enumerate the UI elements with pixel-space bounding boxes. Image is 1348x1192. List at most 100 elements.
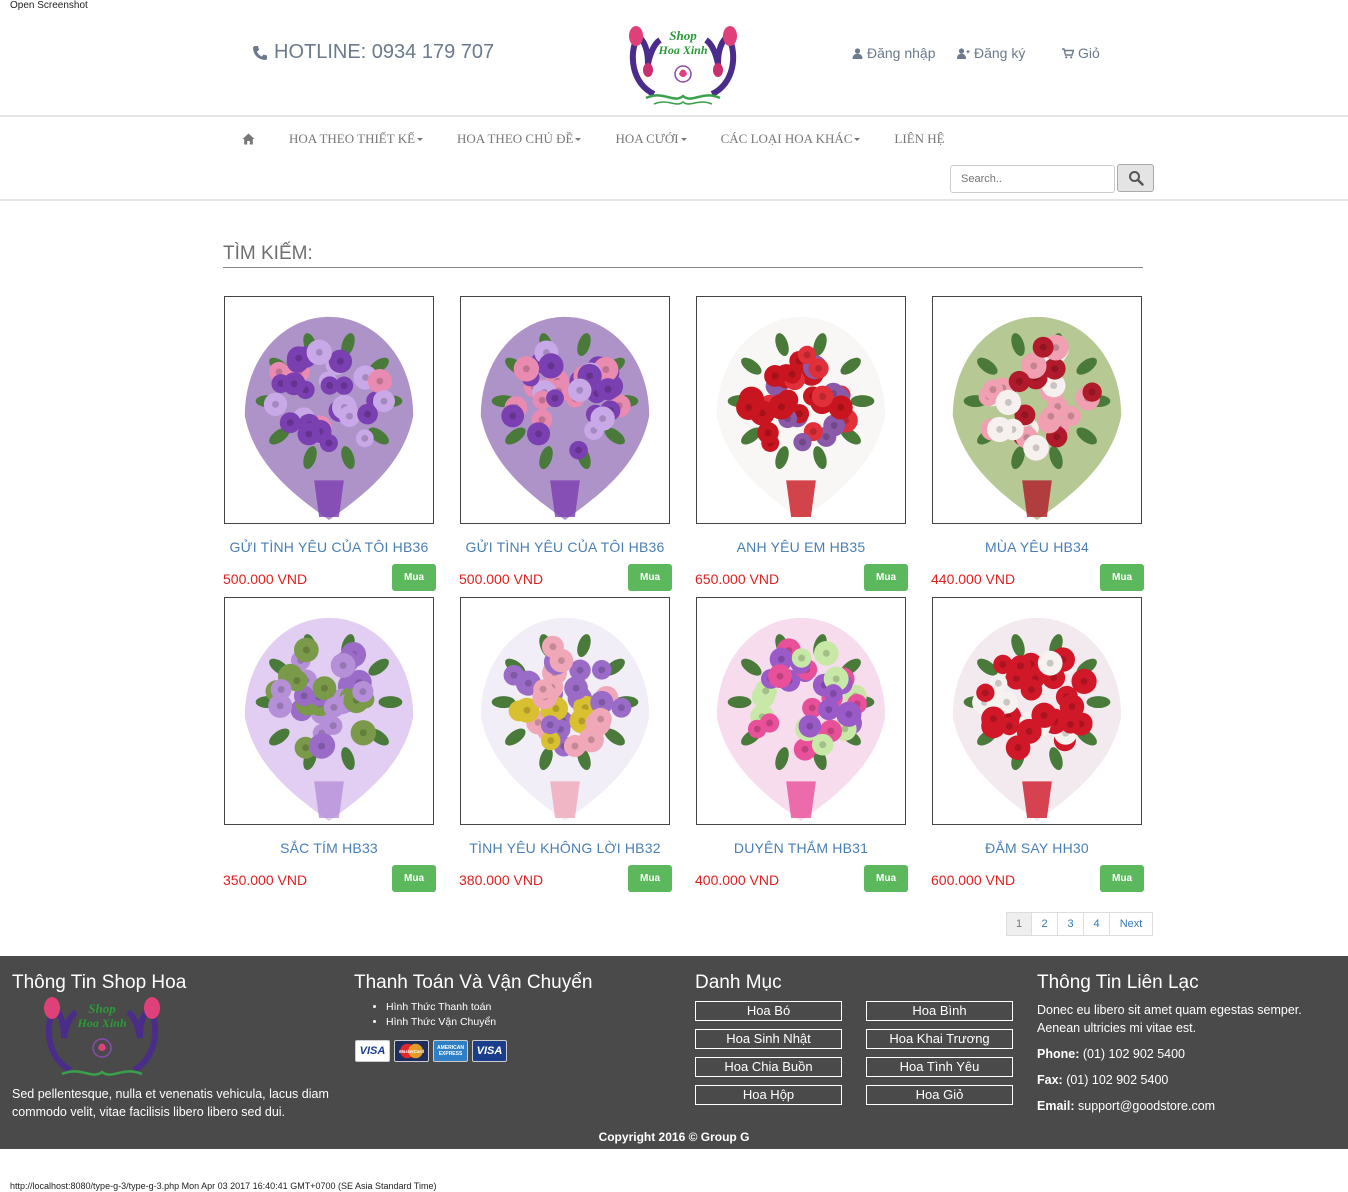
- buy-button[interactable]: Mua: [864, 865, 908, 892]
- product-image[interactable]: [932, 597, 1142, 825]
- page-4[interactable]: 4: [1083, 912, 1110, 936]
- product-name[interactable]: SẮC TÍM HB33: [224, 840, 434, 856]
- bouquet-image: [716, 617, 886, 821]
- payment-cards: VISA MasterCard AMERICAN EXPRESS VISA: [355, 1040, 507, 1062]
- email-value[interactable]: support@goodstore.com: [1078, 1099, 1215, 1113]
- buy-button[interactable]: Mua: [392, 564, 436, 591]
- search-icon: [1128, 171, 1144, 186]
- user-plus-icon: [957, 47, 970, 59]
- product-name[interactable]: ĐẮM SAY HH30: [932, 840, 1142, 856]
- bouquet-image: [244, 316, 414, 520]
- product-image[interactable]: [696, 296, 906, 524]
- footer-shop-description: Sed pellentesque, nulla et venenatis veh…: [12, 1087, 329, 1119]
- product-image[interactable]: [460, 597, 670, 825]
- copyright: Copyright 2016 © Group G: [598, 1130, 750, 1144]
- product-name[interactable]: DUYÊN THẮM HB31: [696, 840, 906, 856]
- shop-logo[interactable]: Shop Hoa Xinh: [624, 24, 742, 110]
- hotline-text: HOTLINE: 0934 179 707: [274, 41, 495, 63]
- search-button[interactable]: [1117, 164, 1154, 192]
- main-menu: HOA THEO THIẾT KẾ HOA THEO CHỦ ĐỀ HOA CƯ…: [242, 131, 979, 147]
- product-image[interactable]: [932, 296, 1142, 524]
- page-3[interactable]: 3: [1057, 912, 1084, 936]
- product-card: MÙA YÊU HB34 440.000 VND Mua: [931, 296, 1168, 596]
- register-link[interactable]: Đăng ký: [957, 45, 1025, 61]
- footer-contact-title: Thông Tin Liên Lạc: [1037, 972, 1199, 993]
- footer-categories-title: Danh Mục: [695, 972, 782, 993]
- product-name[interactable]: ANH YÊU EM HB35: [696, 539, 906, 555]
- logo-line-2: Hoa Xinh: [657, 43, 707, 57]
- product-name[interactable]: TÌNH YÊU KHÔNG LỜI HB32: [460, 840, 670, 856]
- nav-label: HOA CƯỚI: [615, 131, 679, 146]
- payment-links: Hình Thức Thanh toán Hình Thức Vận Chuyể…: [372, 1000, 496, 1030]
- category-hoa-sinh-nhat[interactable]: Hoa Sinh Nhật: [695, 1029, 842, 1049]
- category-hoa-bo[interactable]: Hoa Bó: [695, 1001, 842, 1021]
- phone-label: Phone:: [1037, 1047, 1080, 1061]
- product-card: DUYÊN THẮM HB31 400.000 VND Mua: [695, 597, 932, 897]
- hotline: HOTLINE: 0934 179 707: [252, 41, 494, 64]
- nav-label: HOA THEO CHỦ ĐỀ: [457, 131, 574, 146]
- category-hoa-binh[interactable]: Hoa Bình: [866, 1001, 1013, 1021]
- category-hoa-khai-truong[interactable]: Hoa Khai Trương: [866, 1029, 1013, 1049]
- product-image[interactable]: [224, 296, 434, 524]
- product-card: ANH YÊU EM HB35 650.000 VND Mua: [695, 296, 932, 596]
- caret-down-icon: [680, 137, 687, 141]
- category-hoa-gio[interactable]: Hoa Giỏ: [866, 1085, 1013, 1105]
- nav-hoa-theo-thiet-ke[interactable]: HOA THEO THIẾT KẾ: [289, 131, 424, 147]
- cart-icon: [1062, 47, 1074, 58]
- contact-phone: Phone: (01) 102 902 5400: [1037, 1045, 1337, 1063]
- product-price: 350.000 VND: [223, 872, 308, 888]
- nav-home[interactable]: [242, 133, 255, 145]
- product-card: SẮC TÍM HB33 350.000 VND Mua: [223, 597, 460, 897]
- caret-down-icon: [417, 137, 424, 141]
- mastercard-label: MasterCard: [399, 1049, 424, 1054]
- product-image[interactable]: [224, 597, 434, 825]
- bouquet-image: [952, 617, 1122, 821]
- register-label: Đăng ký: [974, 45, 1026, 61]
- cart-link[interactable]: Giỏ: [1062, 45, 1100, 61]
- payment-method-link[interactable]: Hình Thức Thanh toán: [386, 1000, 496, 1015]
- contact-info: Donec eu libero sit amet quam egestas se…: [1037, 1001, 1337, 1115]
- mastercard-icon: MasterCard: [394, 1040, 429, 1062]
- page-url-caption: http://localhost:8080/type-g-3/type-g-3.…: [10, 1181, 437, 1191]
- product-image[interactable]: [696, 597, 906, 825]
- category-hoa-hop[interactable]: Hoa Hộp: [695, 1085, 842, 1105]
- page-title: TÌM KIẾM:: [223, 243, 1143, 268]
- bouquet-image: [952, 316, 1122, 520]
- amex-card-icon: AMERICAN EXPRESS: [433, 1040, 468, 1062]
- product-card: TÌNH YÊU KHÔNG LỜI HB32 380.000 VND Mua: [459, 597, 696, 897]
- buy-button[interactable]: Mua: [628, 865, 672, 892]
- nav-cac-loai-hoa-khac[interactable]: CÁC LOẠI HOA KHÁC: [721, 131, 861, 147]
- buy-button[interactable]: Mua: [628, 564, 672, 591]
- nav-lien-he[interactable]: LIÊN HỆ: [894, 131, 944, 147]
- nav-hoa-theo-chu-de[interactable]: HOA THEO CHỦ ĐỀ: [457, 131, 582, 147]
- buy-button[interactable]: Mua: [864, 564, 908, 591]
- buy-button[interactable]: Mua: [392, 865, 436, 892]
- category-hoa-chia-buon[interactable]: Hoa Chia Buồn: [695, 1057, 842, 1077]
- page-next[interactable]: Next: [1109, 912, 1153, 936]
- product-image[interactable]: [460, 296, 670, 524]
- product-card: GỬI TÌNH YÊU CỦA TÔI HB36 500.000 VND Mu…: [459, 296, 696, 596]
- login-link[interactable]: Đăng nhập: [852, 45, 936, 61]
- page-1[interactable]: 1: [1006, 912, 1032, 936]
- login-label: Đăng nhập: [867, 45, 936, 61]
- nav-hoa-cuoi[interactable]: HOA CƯỚI: [615, 131, 687, 147]
- product-price: 440.000 VND: [931, 571, 1016, 587]
- bouquet-image: [244, 617, 414, 821]
- buy-button[interactable]: Mua: [1100, 865, 1144, 892]
- user-icon: [852, 47, 863, 59]
- nav-label: CÁC LOẠI HOA KHÁC: [720, 131, 853, 146]
- product-name[interactable]: GỬI TÌNH YÊU CỦA TÔI HB36: [224, 539, 434, 555]
- search-input[interactable]: [950, 165, 1115, 193]
- bouquet-image: [716, 316, 886, 520]
- product-name[interactable]: GỬI TÌNH YÊU CỦA TÔI HB36: [460, 539, 670, 555]
- category-hoa-tinh-yeu[interactable]: Hoa Tình Yêu: [866, 1057, 1013, 1077]
- bouquet-image: [480, 316, 650, 520]
- nav-label: LIÊN HỆ: [894, 131, 945, 146]
- phone-value: (01) 102 902 5400: [1082, 1047, 1186, 1061]
- product-name[interactable]: MÙA YÊU HB34: [932, 539, 1142, 555]
- page-2[interactable]: 2: [1031, 912, 1058, 936]
- footer-logo[interactable]: Shop Hoa Xinh: [38, 994, 166, 1086]
- shipping-method-link[interactable]: Hình Thức Vận Chuyển: [386, 1015, 496, 1030]
- contact-description: Donec eu libero sit amet quam egestas se…: [1037, 1003, 1302, 1035]
- buy-button[interactable]: Mua: [1100, 564, 1144, 591]
